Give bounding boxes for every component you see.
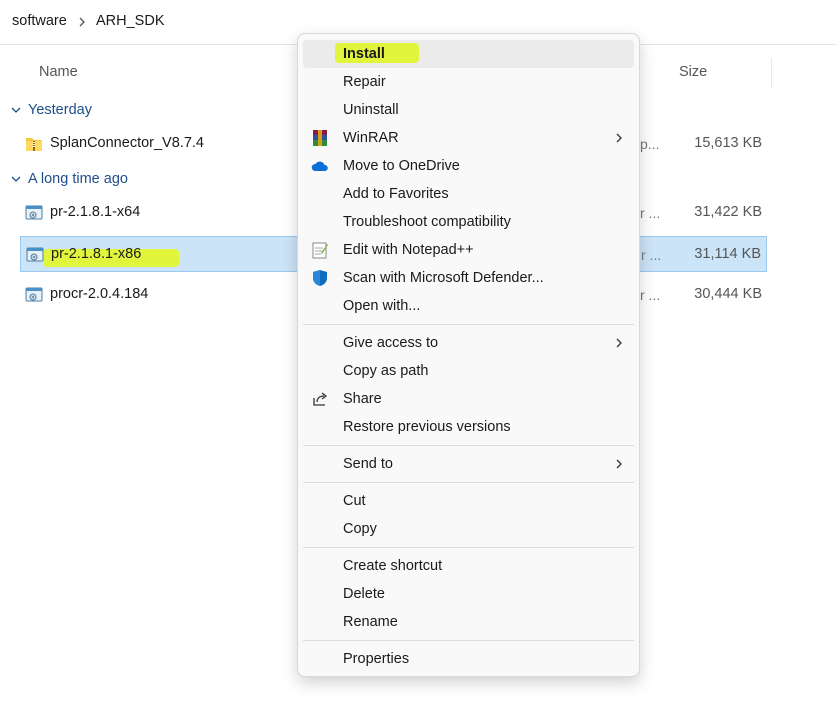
chevron-right-icon [616,133,622,143]
menu-item-share[interactable]: Share [303,385,634,413]
file-name: pr-2.1.8.1-x64 [50,204,141,220]
chevron-down-icon [11,107,21,113]
menu-item-repair[interactable]: Repair [303,68,634,96]
column-divider[interactable] [771,58,772,88]
file-size: 31,422 KB [694,204,762,220]
menu-item-label: Scan with Microsoft Defender... [343,270,544,286]
menu-item-notepad[interactable]: Edit with Notepad++ [303,236,634,264]
menu-item-give-access[interactable]: Give access to [303,329,634,357]
onedrive-cloud-icon [311,161,328,171]
menu-item-label: Cut [343,493,366,509]
menu-separator [303,324,634,325]
menu-item-properties[interactable]: Properties [303,645,634,673]
menu-item-label: Troubleshoot compatibility [343,214,511,230]
menu-item-defender[interactable]: Scan with Microsoft Defender... [303,264,634,292]
menu-item-label: Send to [343,456,393,472]
column-header-size[interactable]: Size [679,64,707,80]
group-header-long-ago[interactable]: A long time ago [10,169,128,189]
menu-item-label: Repair [343,74,386,90]
menu-item-delete[interactable]: Delete [303,580,634,608]
context-menu: Install Repair Uninstall WinRAR Move to … [297,33,640,677]
menu-item-winrar[interactable]: WinRAR [303,124,634,152]
file-size: 15,613 KB [694,135,762,151]
chevron-right-icon [79,17,85,27]
installer-icon [25,205,43,220]
menu-item-copy[interactable]: Copy [303,515,634,543]
menu-item-add-to-favorites[interactable]: Add to Favorites [303,180,634,208]
menu-separator [303,640,634,641]
menu-item-label: Share [343,391,382,407]
group-label: A long time ago [28,171,128,187]
menu-item-cut[interactable]: Cut [303,487,634,515]
menu-item-label: Rename [343,614,398,630]
menu-separator [303,482,634,483]
installer-icon [25,287,43,302]
file-name: pr-2.1.8.1-x86 [51,246,142,262]
notepad-plus-plus-icon [312,242,328,259]
menu-item-label: Give access to [343,335,439,351]
menu-item-label: Copy [343,521,377,537]
menu-item-label: Restore previous versions [343,419,511,435]
column-header-name[interactable]: Name [39,64,78,80]
menu-item-rename[interactable]: Rename [303,608,634,636]
menu-item-label: Move to OneDrive [343,158,460,174]
installer-icon [26,247,44,262]
menu-item-label: Create shortcut [343,558,443,574]
menu-item-open-with[interactable]: Open with... [303,292,634,320]
group-header-yesterday[interactable]: Yesterday [10,100,92,120]
share-icon [313,392,328,406]
menu-item-label: Copy as path [343,363,429,379]
menu-item-label: Delete [343,586,385,602]
file-type-truncated: r ... [640,287,661,303]
menu-item-onedrive[interactable]: Move to OneDrive [303,152,634,180]
breadcrumb-arh-sdk[interactable]: ARH_SDK [96,13,165,29]
menu-item-restore-versions[interactable]: Restore previous versions [303,413,634,441]
file-size: 31,114 KB [694,246,761,262]
zip-folder-icon [26,138,42,151]
file-type-truncated: r ... [641,247,662,263]
file-size: 30,444 KB [694,286,762,302]
menu-item-label: Edit with Notepad++ [343,242,474,258]
menu-item-label: Add to Favorites [343,186,449,202]
breadcrumb-software[interactable]: software [12,13,67,29]
menu-item-troubleshoot[interactable]: Troubleshoot compatibility [303,208,634,236]
chevron-right-icon [616,459,622,469]
menu-item-copy-as-path[interactable]: Copy as path [303,357,634,385]
menu-item-create-shortcut[interactable]: Create shortcut [303,552,634,580]
menu-item-label: Open with... [343,298,421,314]
menu-item-label: Install [343,46,385,62]
menu-separator [303,445,634,446]
file-type-truncated: p... [640,136,660,152]
menu-separator [303,547,634,548]
group-label: Yesterday [28,102,92,118]
menu-item-label: WinRAR [343,130,399,146]
winrar-icon [313,130,327,146]
menu-item-uninstall[interactable]: Uninstall [303,96,634,124]
chevron-right-icon [616,338,622,348]
menu-item-label: Uninstall [343,102,399,118]
menu-item-install[interactable]: Install [303,40,634,68]
file-name: SplanConnector_V8.7.4 [50,135,204,151]
defender-shield-icon [313,270,327,286]
chevron-down-icon [11,176,21,182]
menu-item-send-to[interactable]: Send to [303,450,634,478]
file-type-truncated: r ... [640,205,661,221]
file-name: procr-2.0.4.184 [50,286,149,302]
menu-item-label: Properties [343,651,410,667]
